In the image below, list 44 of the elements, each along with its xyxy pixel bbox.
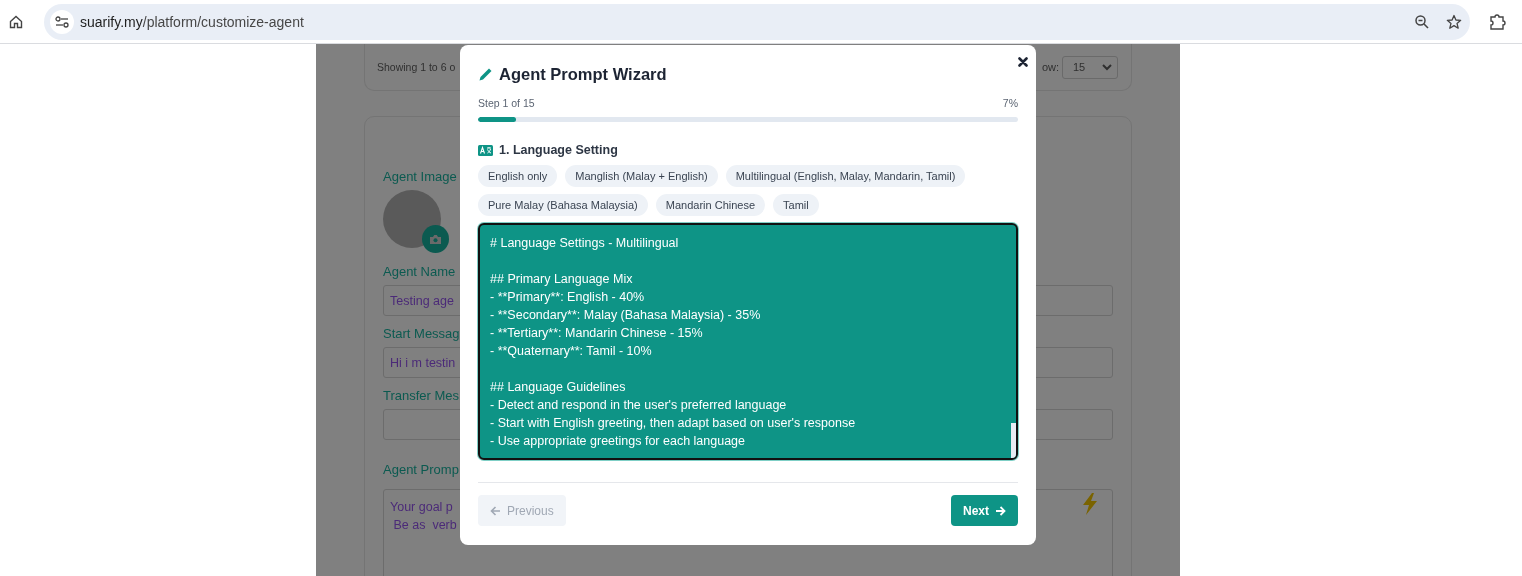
field-label: Agent Name (383, 264, 456, 279)
progress-percent: 7% (1002, 96, 1018, 110)
language-option-chip[interactable]: Mandarin Chinese (655, 194, 766, 216)
camera-icon (429, 233, 442, 245)
language-option-chip[interactable]: English only (478, 165, 558, 187)
home-icon[interactable] (8, 13, 24, 30)
star-icon[interactable] (1446, 13, 1462, 30)
scrollbar[interactable] (1011, 423, 1016, 458)
language-option-chip[interactable]: Multilingual (English, Malay, Mandarin, Tamil) (725, 165, 966, 187)
translate-icon (478, 144, 493, 156)
field-label: Agent Image (383, 169, 457, 184)
site-settings-button[interactable] (50, 9, 74, 34)
prompt-editor[interactable] (478, 223, 1018, 460)
prompt-line: - **Tertiary**: Mandarin Chinese - 15% (490, 325, 704, 342)
dialog-title: Agent Prompt Wizard (499, 64, 667, 84)
close-icon[interactable] (1018, 57, 1028, 67)
pencil-icon (478, 66, 493, 82)
field-label: Start Messag (383, 326, 460, 341)
zoom-out-icon[interactable] (1414, 13, 1430, 30)
results-summary: Showing 1 to 6 o (377, 61, 456, 73)
page-size-label: ow: (1041, 61, 1059, 73)
language-option-chip[interactable]: Tamil (773, 194, 819, 216)
arrow-right-icon (995, 505, 1006, 516)
arrow-left-icon (490, 505, 501, 516)
field-label: Agent Promp (383, 462, 459, 477)
section-heading: 1. Language Setting (499, 143, 618, 157)
next-button[interactable]: Next (951, 495, 1018, 526)
chevron-down-icon (1102, 63, 1112, 71)
step-counter: Step 1 of 15 (478, 96, 535, 110)
prompt-line: # Language Settings - Multilingual (490, 235, 680, 252)
prompt-line: - **Quaternary**: Tamil - 10% (490, 343, 653, 360)
prompt-line: ## Primary Language Mix (490, 271, 634, 288)
tune-icon (55, 14, 69, 29)
puzzle-piece-icon[interactable] (1489, 12, 1507, 31)
prompt-line: - **Primary**: English - 40% (490, 289, 646, 306)
prompt-line: - **Secondary**: Malay (Bahasa Malaysia) - 35% (490, 307, 762, 324)
prompt-line: - Use appropriate greetings for each language (490, 433, 747, 450)
prompt-line: ## Language Guidelines (490, 379, 627, 396)
prompt-line: - Detect and respond in the user's preferred language (490, 397, 788, 414)
language-option-chip[interactable]: Manglish (Malay + English) (565, 165, 718, 187)
prompt-line: - Start with English greeting, then adapt based on user's response (490, 415, 857, 432)
page-size-select[interactable]: 15 (1062, 55, 1118, 79)
field-label: Transfer Mes (383, 388, 460, 403)
language-option-chip[interactable]: Pure Malay (Bahasa Malaysia) (478, 194, 648, 216)
